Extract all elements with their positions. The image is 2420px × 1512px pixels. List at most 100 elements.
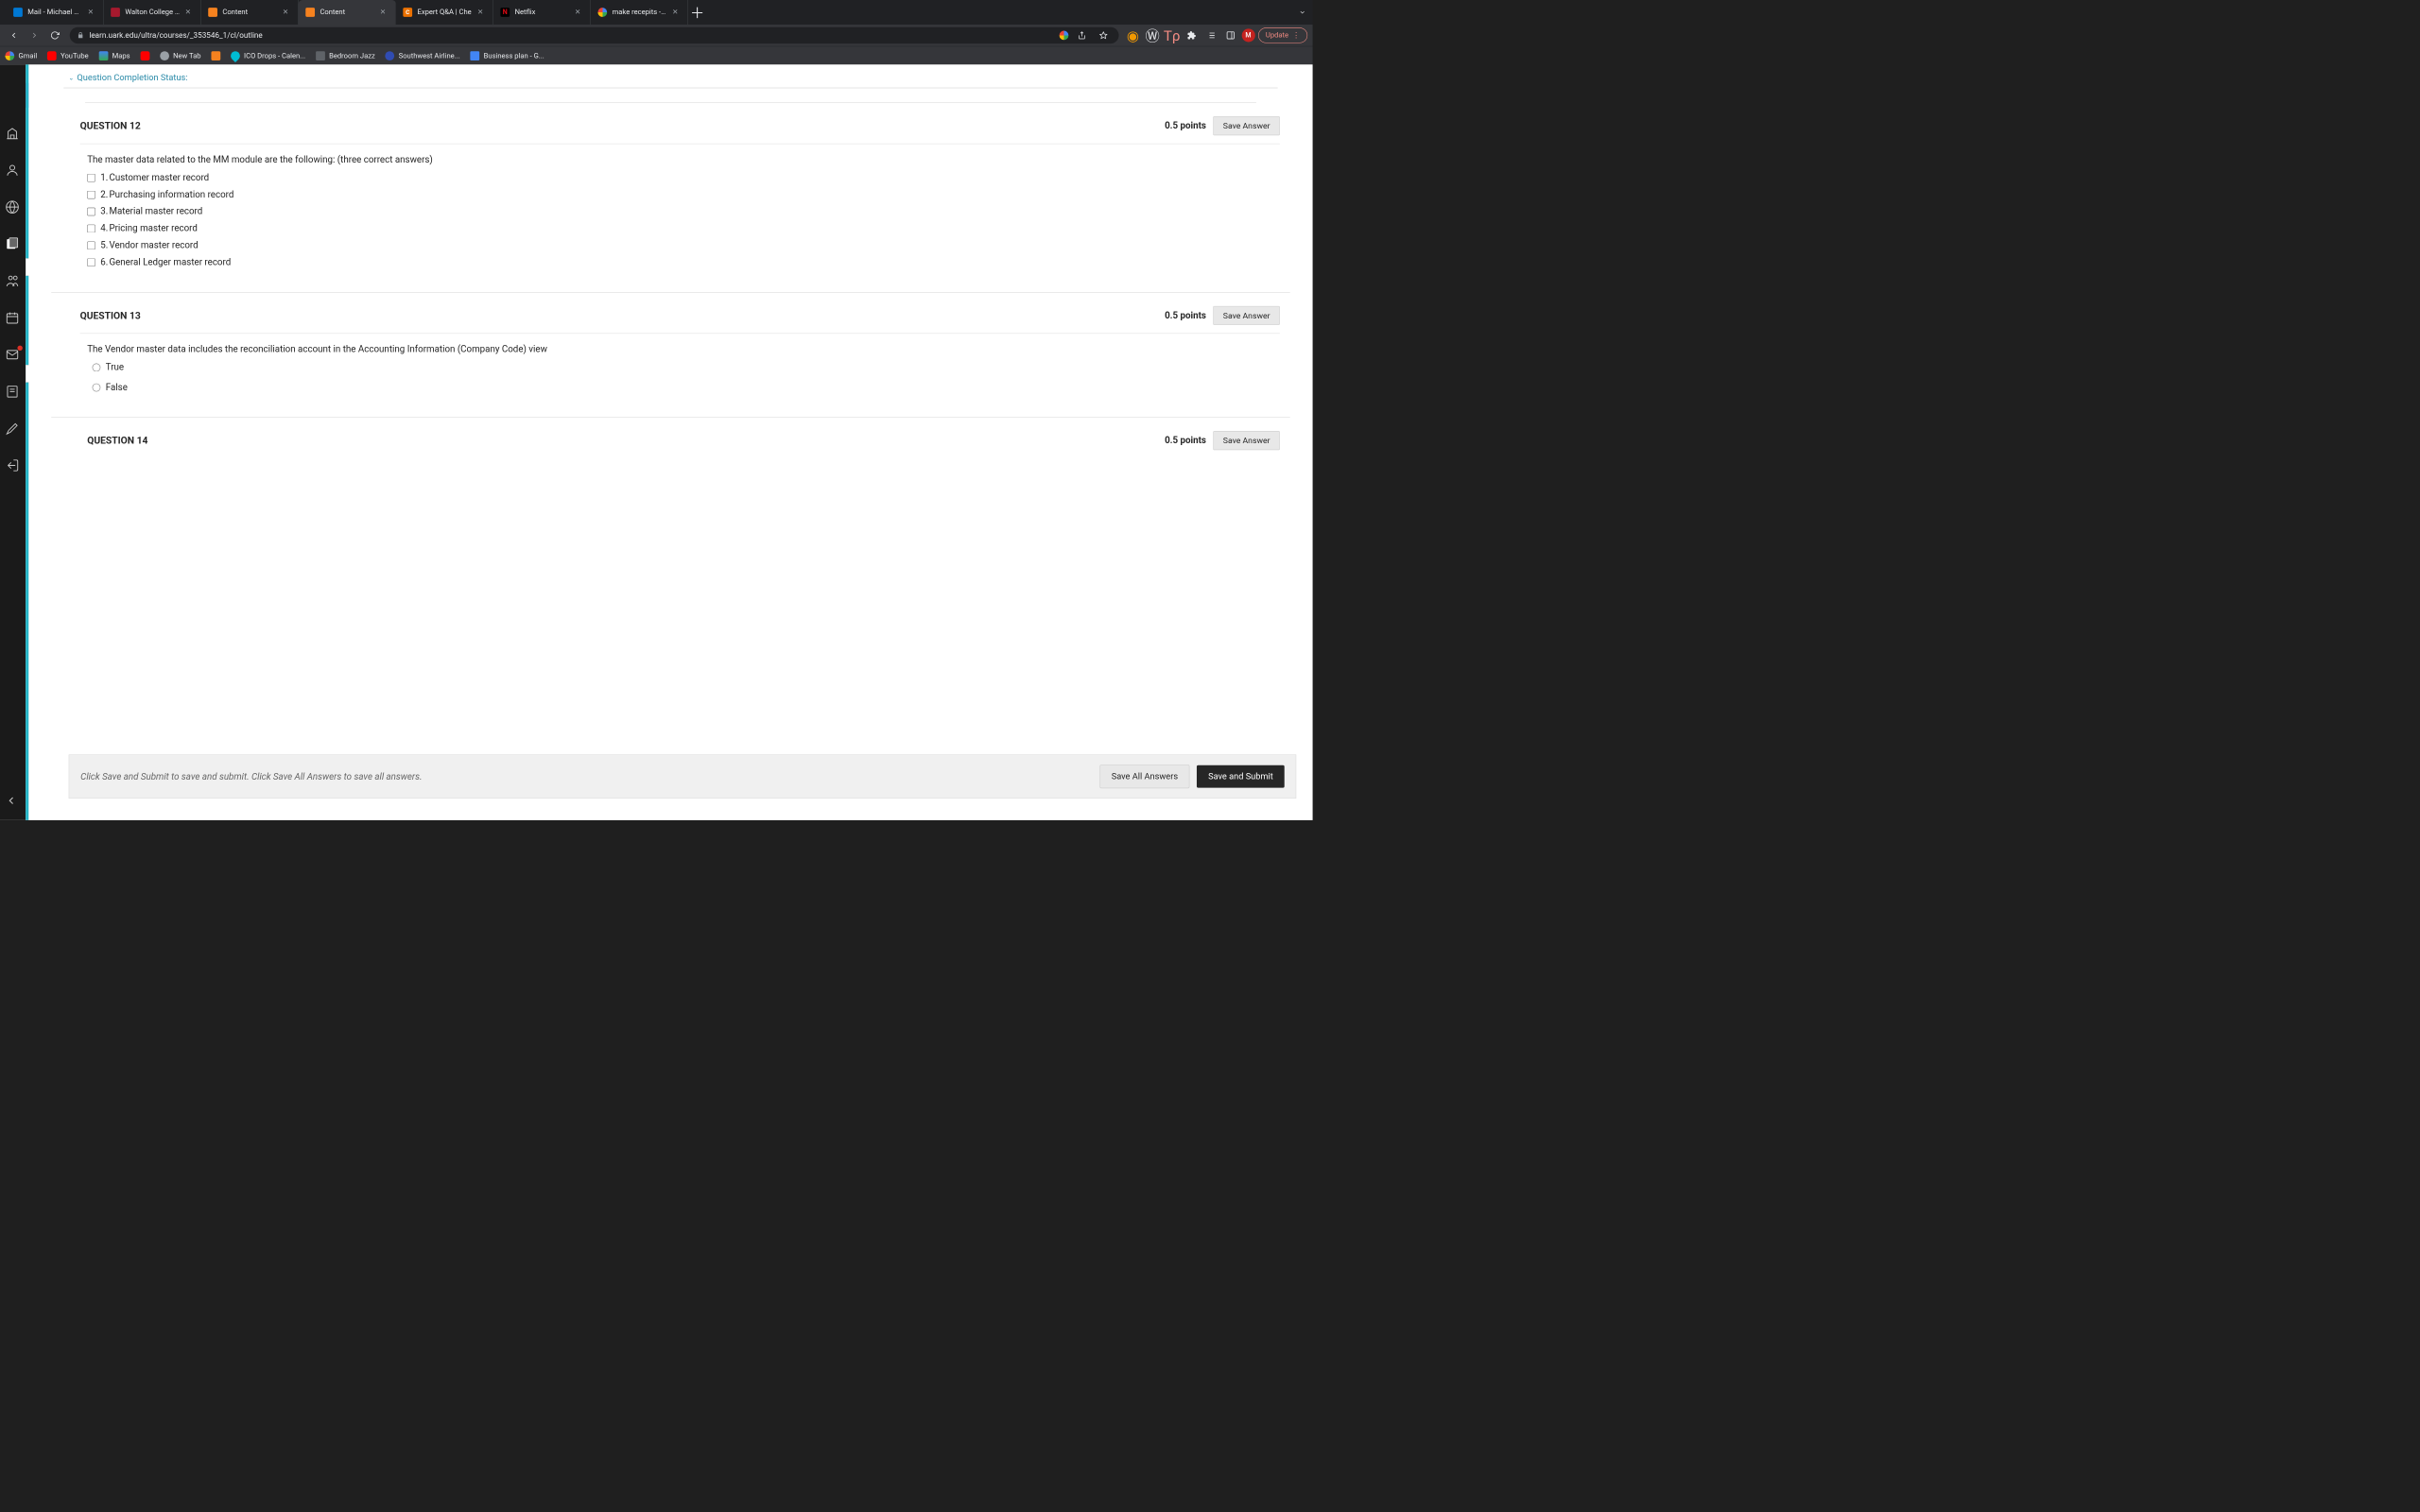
tools-icon[interactable]: [5, 421, 20, 437]
tab-strip: Mail - Michael Kul ✕ Walton College Vi ✕…: [0, 0, 1313, 25]
bookmark-gmail[interactable]: Gmail: [5, 51, 37, 60]
checkbox[interactable]: [87, 224, 95, 232]
back-button[interactable]: [5, 26, 22, 43]
close-icon[interactable]: ✕: [88, 9, 96, 17]
save-answer-button[interactable]: Save Answer: [1214, 431, 1280, 450]
save-answer-button[interactable]: Save Answer: [1214, 116, 1280, 135]
option-true: True: [93, 362, 1280, 372]
bookmark-star-icon[interactable]: [1095, 27, 1111, 43]
update-button[interactable]: Update ⋮: [1258, 27, 1307, 43]
question-prompt: The Vendor master data includes the reco…: [87, 344, 1280, 354]
checkbox[interactable]: [87, 207, 95, 215]
extension-icon[interactable]: Ⓦ: [1144, 27, 1160, 43]
checkbox[interactable]: [87, 241, 95, 249]
option-label[interactable]: 1.Customer master record: [100, 172, 209, 182]
status-label: Question Completion Status:: [77, 73, 187, 83]
tabs-menu-button[interactable]: [1292, 0, 1313, 25]
tab-title: Mail - Michael Kul: [27, 9, 82, 17]
close-icon[interactable]: ✕: [185, 9, 194, 17]
bookmark-yt2[interactable]: [140, 51, 149, 60]
option-1: 1.Customer master record: [87, 172, 1280, 182]
google-icon: [597, 8, 607, 17]
question-prompt: The master data related to the MM module…: [87, 154, 1280, 164]
bookmark-ico[interactable]: ICO Drops - Calen...: [231, 51, 305, 60]
option-label[interactable]: 6.General Ledger master record: [100, 257, 231, 267]
blackboard-icon: [211, 51, 220, 60]
option-label[interactable]: 2.Purchasing information record: [100, 189, 233, 199]
address-bar[interactable]: learn.uark.edu/ultra/courses/_353546_1/c…: [70, 27, 1118, 43]
question-points: 0.5 points: [1165, 120, 1206, 130]
tab-chegg[interactable]: C Expert Q&A | Che ✕: [396, 0, 493, 25]
question-12: QUESTION 12 0.5 points Save Answer The m…: [51, 103, 1289, 293]
share-icon[interactable]: [1074, 27, 1090, 43]
option-false: False: [93, 382, 1280, 392]
forward-button[interactable]: [26, 26, 43, 43]
institution-icon[interactable]: [5, 126, 20, 141]
question-14: QUESTION 14 0.5 points Save Answer: [51, 418, 1289, 469]
tab-title: Walton College Vi: [125, 9, 180, 17]
calendar-icon[interactable]: [5, 311, 20, 326]
save-all-button[interactable]: Save All Answers: [1099, 765, 1189, 788]
save-answer-button[interactable]: Save Answer: [1214, 306, 1280, 325]
reading-list-icon[interactable]: [1202, 27, 1219, 43]
checkbox[interactable]: [87, 191, 95, 199]
signout-icon[interactable]: [5, 458, 20, 473]
bookmark-southwest[interactable]: Southwest Airline...: [386, 51, 460, 60]
tab-walton[interactable]: Walton College Vi ✕: [104, 0, 201, 25]
option-label[interactable]: False: [106, 382, 128, 392]
bookmark-maps[interactable]: Maps: [98, 51, 130, 60]
reload-button[interactable]: [46, 26, 63, 43]
tab-google[interactable]: make recepits - G ✕: [591, 0, 688, 25]
google-lens-icon[interactable]: [1059, 31, 1068, 41]
close-icon[interactable]: ✕: [575, 9, 583, 17]
submit-bar: Click Save and Submit to save and submit…: [69, 754, 1297, 799]
heart-icon: [386, 51, 395, 60]
bookmark-bb[interactable]: [211, 51, 220, 60]
bookmark-jazz[interactable]: Bedroom Jazz: [316, 51, 375, 60]
organizations-icon[interactable]: [5, 274, 20, 289]
profile-icon[interactable]: [5, 163, 20, 178]
option-label[interactable]: 4.Pricing master record: [100, 223, 198, 233]
url-text: learn.uark.edu/ultra/courses/_353546_1/c…: [89, 31, 262, 41]
profile-avatar[interactable]: M: [1241, 28, 1254, 42]
checkbox[interactable]: [87, 258, 95, 266]
new-tab-button[interactable]: ＋: [688, 0, 707, 25]
checkbox[interactable]: [87, 174, 95, 182]
extensions-puzzle-icon[interactable]: [1184, 27, 1200, 43]
option-label[interactable]: 5.Vendor master record: [100, 240, 198, 250]
radio[interactable]: [93, 363, 101, 371]
maps-icon: [98, 51, 108, 60]
tab-netflix[interactable]: N Netflix ✕: [493, 0, 591, 25]
extension-icon[interactable]: ◉: [1125, 27, 1141, 43]
option-label[interactable]: True: [106, 362, 124, 372]
tab-title: Expert Q&A | Che: [418, 9, 473, 17]
youtube-icon: [47, 51, 57, 60]
close-icon[interactable]: ✕: [477, 9, 486, 17]
blackboard-icon: [208, 8, 217, 17]
bookmark-youtube[interactable]: YouTube: [47, 51, 89, 60]
option-5: 5.Vendor master record: [87, 240, 1280, 250]
completion-status-bar[interactable]: ⌄ Question Completion Status:: [63, 68, 1277, 89]
close-icon[interactable]: ✕: [283, 9, 291, 17]
close-icon[interactable]: ✕: [672, 9, 681, 17]
close-icon[interactable]: ✕: [380, 9, 389, 17]
side-panel-icon[interactable]: [1222, 27, 1238, 43]
messages-icon[interactable]: [5, 348, 20, 363]
grades-icon[interactable]: [5, 385, 20, 400]
option-4: 4.Pricing master record: [87, 223, 1280, 233]
option-label[interactable]: 3.Material master record: [100, 206, 202, 216]
bookmark-newtab[interactable]: New Tab: [160, 51, 201, 60]
collapse-icon[interactable]: [5, 795, 20, 810]
submit-hint: Click Save and Submit to save and submit…: [80, 771, 1092, 782]
bookmark-docs[interactable]: Business plan - G...: [471, 51, 544, 60]
courses-icon[interactable]: [5, 237, 20, 252]
activity-icon[interactable]: [5, 200, 20, 215]
save-submit-button[interactable]: Save and Submit: [1197, 765, 1285, 788]
radio[interactable]: [93, 383, 101, 391]
drop-icon: [229, 49, 242, 62]
tab-content-1[interactable]: Content ✕: [201, 0, 299, 25]
option-6: 6.General Ledger master record: [87, 257, 1280, 267]
extension-icon[interactable]: Tρ: [1164, 27, 1180, 43]
tab-content-2[interactable]: Content ✕: [299, 0, 396, 25]
tab-mail[interactable]: Mail - Michael Kul ✕: [7, 0, 104, 25]
